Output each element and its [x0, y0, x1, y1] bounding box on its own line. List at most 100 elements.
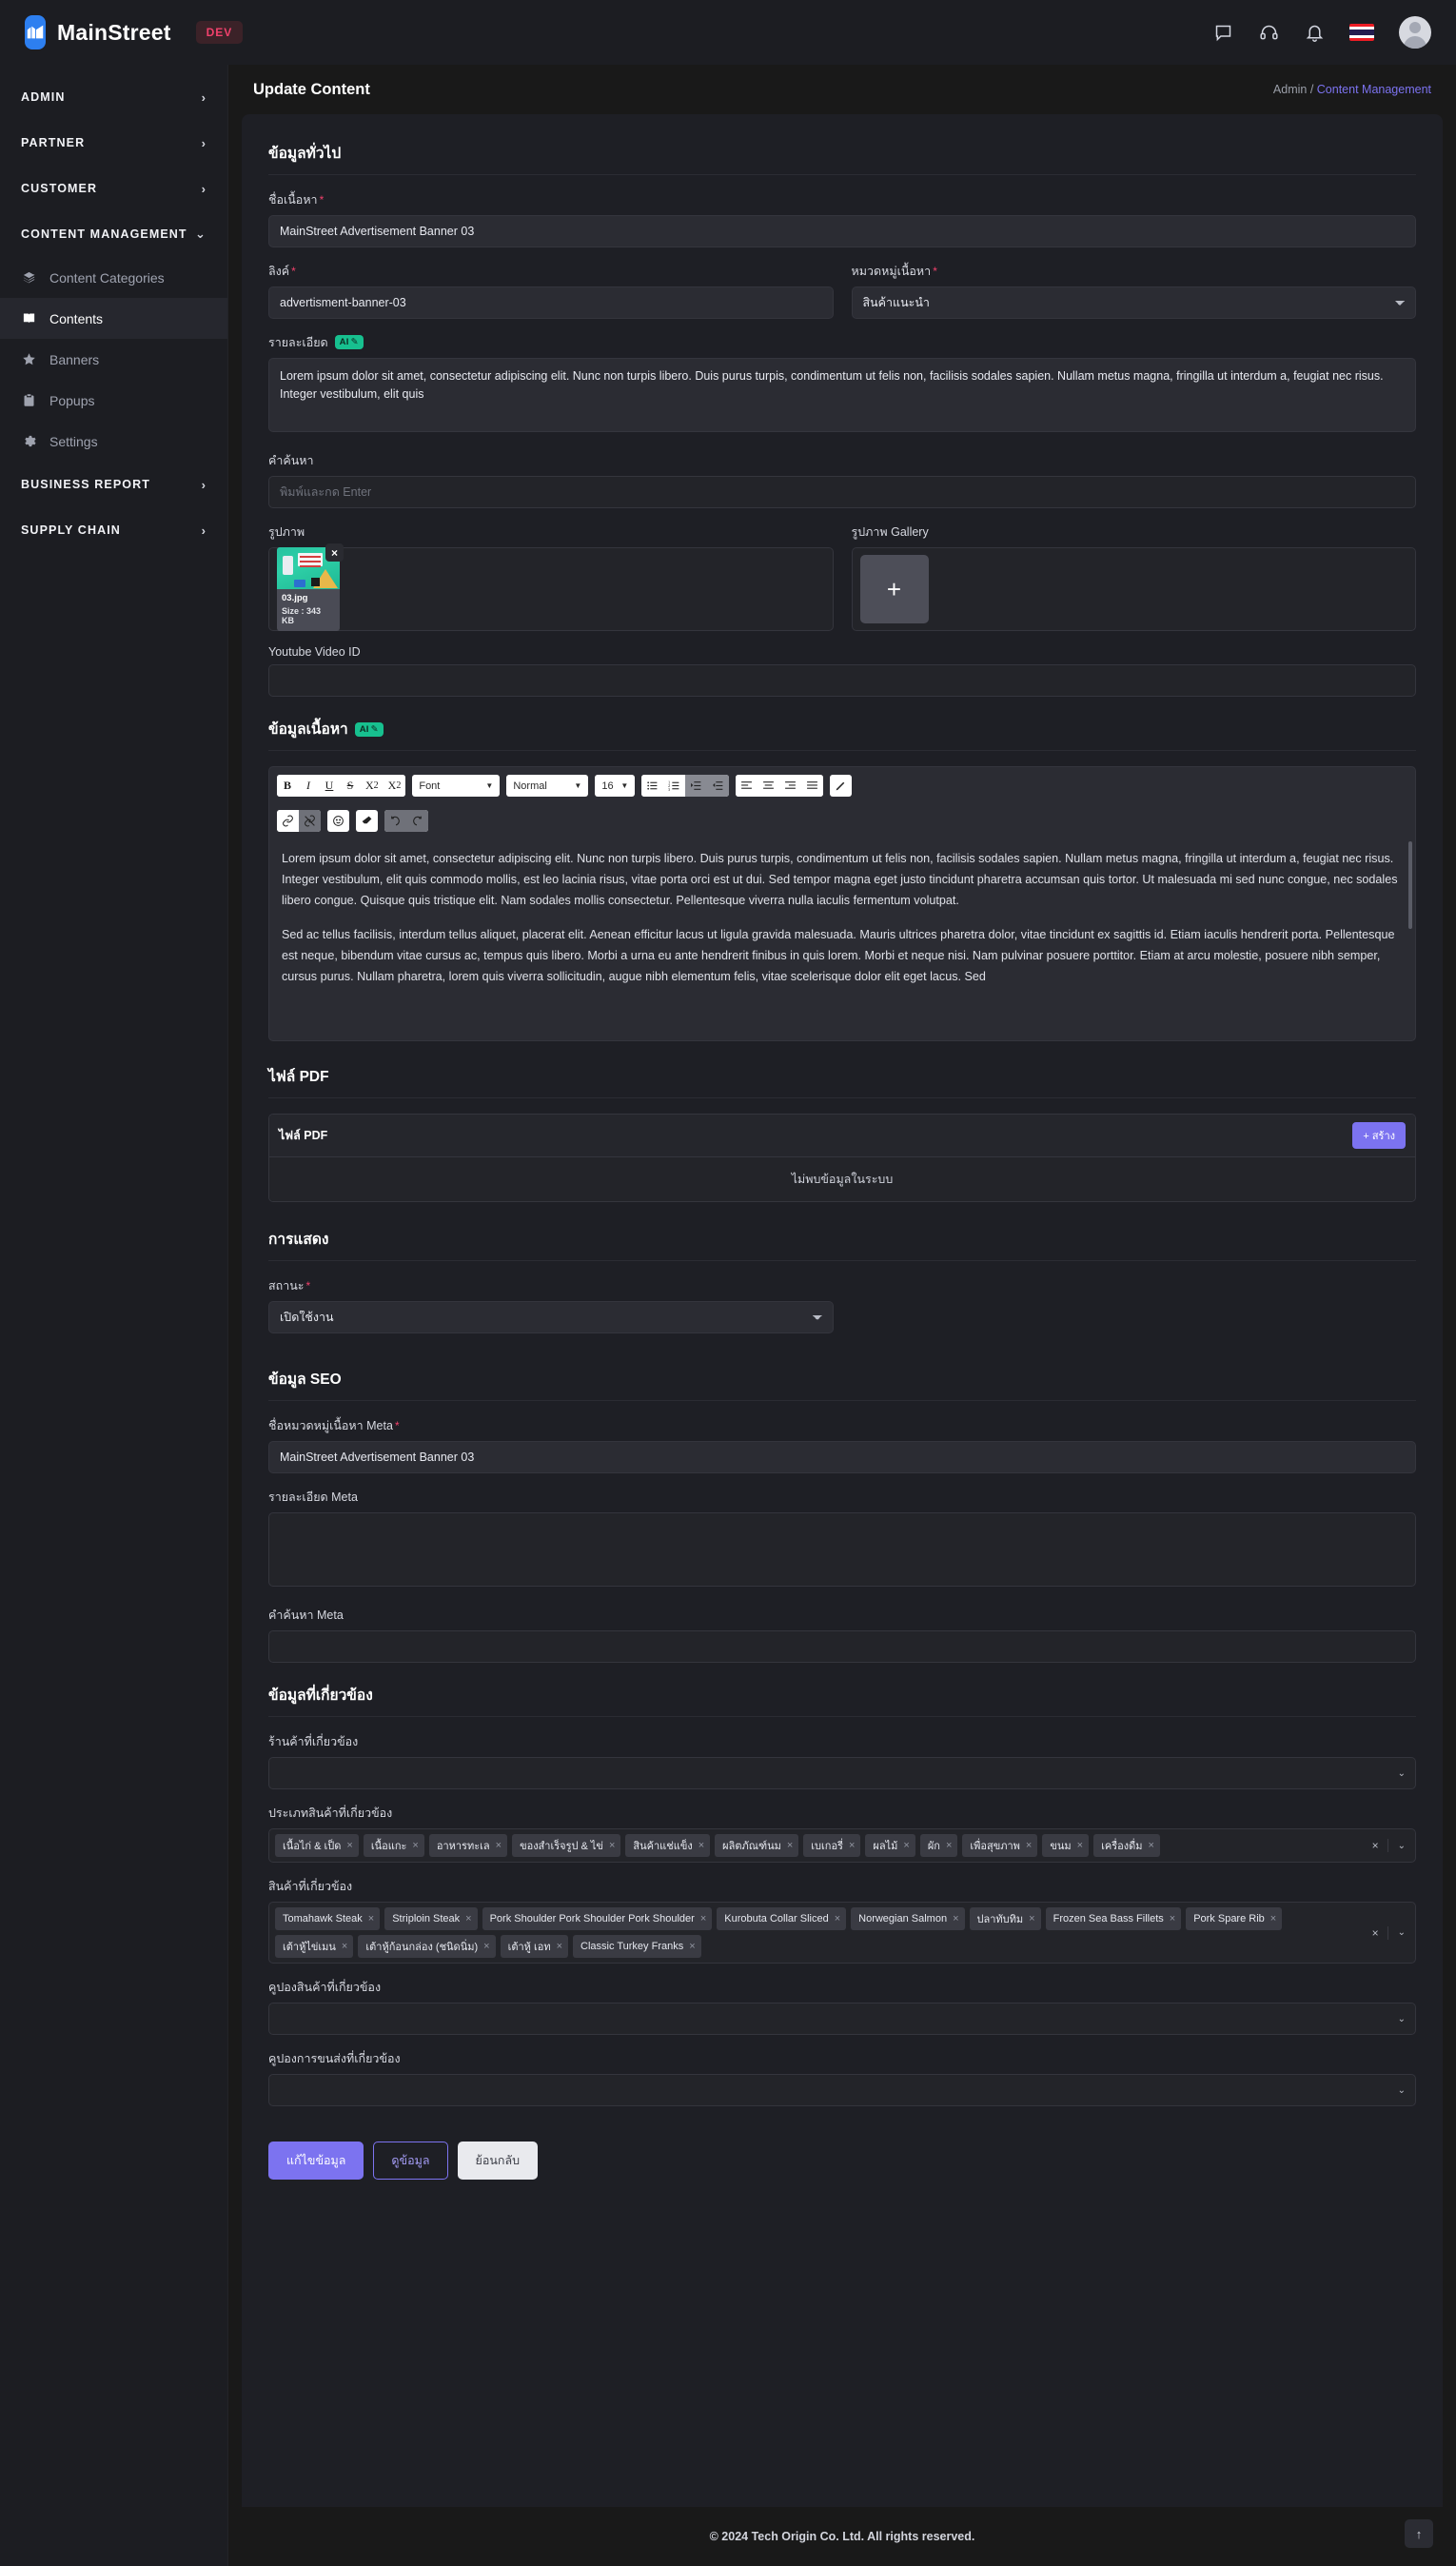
meta-keyword-input[interactable]	[268, 1630, 1416, 1664]
create-pdf-button[interactable]: + สร้าง	[1352, 1122, 1406, 1150]
product-coupon-select[interactable]: ⌄	[268, 2003, 1416, 2036]
indent-increase-icon[interactable]	[685, 775, 708, 798]
remove-tag-icon[interactable]: ×	[342, 1941, 347, 1952]
remove-tag-icon[interactable]: ×	[946, 1840, 952, 1851]
text-color-pen-icon[interactable]	[830, 775, 853, 798]
clear-all-icon[interactable]: ×	[1364, 1925, 1388, 1940]
link-icon[interactable]	[277, 810, 299, 833]
headset-support-icon[interactable]	[1258, 22, 1279, 43]
strikethrough-icon[interactable]: S	[340, 775, 361, 798]
indent-decrease-icon[interactable]	[707, 775, 730, 798]
sidebar-item-banners[interactable]: Banners	[0, 339, 227, 380]
numbered-list-icon[interactable]: 123	[663, 775, 686, 798]
remove-tag-icon[interactable]: ×	[787, 1840, 793, 1851]
keyword-input[interactable]	[268, 476, 1416, 509]
chevron-down-icon[interactable]: ⌄	[1388, 2085, 1415, 2096]
remove-tag-icon[interactable]: ×	[483, 1941, 489, 1952]
remove-tag-icon[interactable]: ×	[1029, 1913, 1034, 1924]
sidebar-item-contents[interactable]: Contents	[0, 298, 227, 339]
underline-icon[interactable]: U	[319, 775, 340, 798]
font-family-select[interactable]: Font ▼	[412, 775, 501, 798]
paragraph-style-select[interactable]: Normal ▼	[506, 775, 589, 798]
sidebar-section-partner[interactable]: PARTNER ›	[0, 120, 227, 166]
status-select[interactable]: เปิดใช้งาน	[268, 1301, 834, 1334]
content-category-select[interactable]: สินค้าแนะนำ	[851, 286, 1416, 319]
chevron-down-icon[interactable]: ⌄	[1388, 2014, 1415, 2024]
sidebar-section-supply-chain[interactable]: SUPPLY CHAIN ›	[0, 507, 227, 553]
editor-content-area[interactable]: Lorem ipsum dolor sit amet, consectetur …	[269, 836, 1415, 1040]
chevron-down-icon[interactable]: ⌄	[1388, 1841, 1415, 1851]
remove-tag-icon[interactable]: ×	[953, 1913, 958, 1924]
chevron-down-icon[interactable]: ⌄	[1388, 1768, 1415, 1779]
unlink-icon[interactable]	[299, 810, 321, 833]
bullet-list-icon[interactable]	[641, 775, 664, 798]
breadcrumb-link-content-management[interactable]: Content Management	[1317, 83, 1431, 96]
emoji-icon[interactable]	[327, 810, 349, 833]
remove-tag-icon[interactable]: ×	[368, 1913, 374, 1924]
related-category-select[interactable]: เนื้อไก่ & เป็ด × เนื้อแกะ × อาหารทะเล × ของสำ…	[268, 1828, 1416, 1864]
sidebar-item-content-categories[interactable]: Content Categories	[0, 257, 227, 298]
eraser-icon[interactable]	[356, 810, 378, 833]
redo-icon[interactable]	[406, 810, 428, 833]
remove-tag-icon[interactable]: ×	[903, 1840, 909, 1851]
subscript-icon[interactable]: X2	[383, 775, 406, 798]
related-shop-select[interactable]: ⌄	[268, 1757, 1416, 1790]
remove-tag-icon[interactable]: ×	[700, 1913, 706, 1924]
sidebar-section-business-report[interactable]: BUSINESS REPORT ›	[0, 462, 227, 507]
back-button[interactable]: ย้อนกลับ	[457, 2142, 539, 2181]
shipping-coupon-select[interactable]: ⌄	[268, 2074, 1416, 2107]
sidebar-item-popups[interactable]: Popups	[0, 380, 227, 421]
chat-icon[interactable]	[1212, 22, 1233, 43]
remove-tag-icon[interactable]: ×	[1077, 1840, 1083, 1851]
content-name-input[interactable]	[268, 215, 1416, 247]
toolbar-group-emoji	[327, 810, 349, 833]
link-input[interactable]	[268, 286, 834, 319]
align-justify-icon[interactable]	[801, 775, 824, 798]
sidebar-section-admin[interactable]: ADMIN ›	[0, 74, 227, 120]
remove-tag-icon[interactable]: ×	[1270, 1913, 1276, 1924]
meta-title-input[interactable]	[268, 1441, 1416, 1474]
align-left-icon[interactable]	[736, 775, 758, 798]
notification-bell-icon[interactable]	[1304, 22, 1325, 43]
remove-tag-icon[interactable]: ×	[1026, 1840, 1032, 1851]
remove-tag-icon[interactable]: ×	[689, 1941, 695, 1952]
italic-icon[interactable]: I	[298, 775, 319, 798]
image-dropzone[interactable]: 03.jpg Size : 343 KB ×	[268, 543, 834, 632]
thai-flag-icon[interactable]	[1349, 24, 1374, 41]
meta-description-textarea[interactable]	[268, 1512, 1416, 1588]
remove-tag-icon[interactable]: ×	[698, 1840, 704, 1851]
editor-scrollbar[interactable]	[1408, 841, 1412, 930]
sidebar-item-settings[interactable]: Settings	[0, 421, 227, 462]
remove-image-icon[interactable]: ×	[325, 543, 344, 563]
youtube-id-input[interactable]	[268, 664, 1416, 698]
view-button[interactable]: ดูข้อมูล	[373, 2142, 448, 2181]
sidebar-section-customer[interactable]: CUSTOMER ›	[0, 166, 227, 211]
remove-tag-icon[interactable]: ×	[465, 1913, 471, 1924]
clear-all-icon[interactable]: ×	[1364, 1839, 1388, 1853]
align-center-icon[interactable]	[758, 775, 780, 798]
align-right-icon[interactable]	[779, 775, 802, 798]
gallery-dropzone[interactable]: +	[851, 547, 1416, 632]
remove-tag-icon[interactable]: ×	[346, 1840, 352, 1851]
remove-tag-icon[interactable]: ×	[1148, 1840, 1153, 1851]
undo-icon[interactable]	[384, 810, 406, 833]
font-size-select[interactable]: 16 ▼	[595, 775, 636, 798]
brand-logo[interactable]: MainStreet DEV	[0, 15, 244, 49]
related-product-select[interactable]: Tomahawk Steak × Striploin Steak × Pork Shou…	[268, 1902, 1416, 1964]
remove-tag-icon[interactable]: ×	[1170, 1913, 1175, 1924]
remove-tag-icon[interactable]: ×	[412, 1840, 418, 1851]
sidebar-section-content-management[interactable]: CONTENT MANAGEMENT ⌄	[0, 211, 227, 257]
detail-textarea[interactable]: Lorem ipsum dolor sit amet, consectetur …	[268, 358, 1416, 433]
remove-tag-icon[interactable]: ×	[609, 1840, 615, 1851]
bold-icon[interactable]: B	[277, 775, 298, 798]
scroll-to-top-button[interactable]: ↑	[1405, 2519, 1433, 2548]
superscript-icon[interactable]: X2	[361, 775, 384, 798]
remove-tag-icon[interactable]: ×	[835, 1913, 840, 1924]
save-button[interactable]: แก้ไขข้อมูล	[268, 2142, 364, 2181]
remove-tag-icon[interactable]: ×	[496, 1840, 502, 1851]
remove-tag-icon[interactable]: ×	[557, 1941, 562, 1952]
chevron-down-icon[interactable]: ⌄	[1388, 1927, 1415, 1938]
add-gallery-image-button[interactable]: +	[859, 555, 929, 624]
remove-tag-icon[interactable]: ×	[849, 1840, 855, 1851]
user-avatar[interactable]	[1399, 16, 1431, 49]
